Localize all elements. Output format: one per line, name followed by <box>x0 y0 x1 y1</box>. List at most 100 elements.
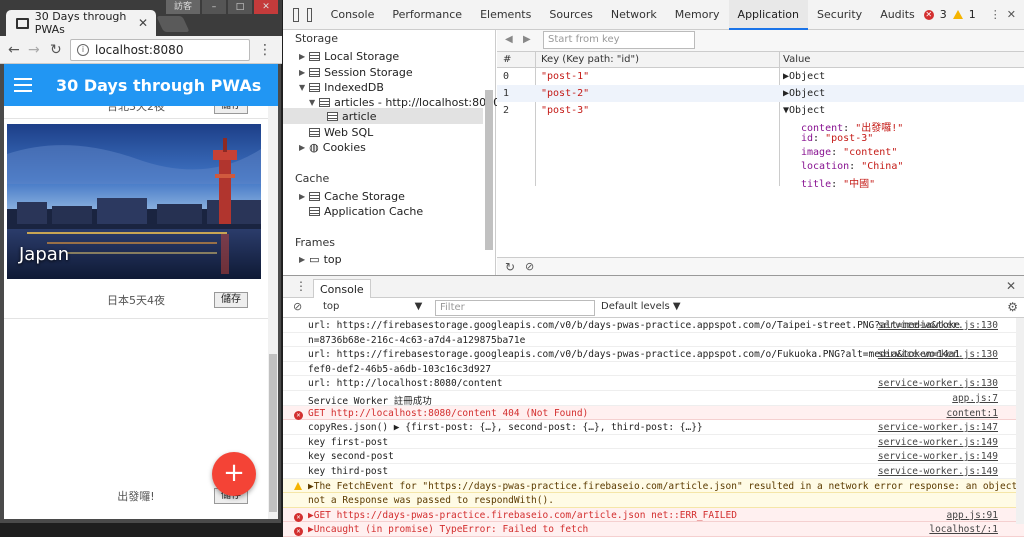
console-log-row[interactable]: url: https://firebasestorage.googleapis.… <box>283 318 1024 333</box>
tab-elements[interactable]: Elements <box>471 0 540 30</box>
console-log-row[interactable]: fef0-def2-46b5-a6db-103c16c3d927 <box>283 362 1024 377</box>
console-error-row[interactable]: ✕ ▶Uncaught (in promise) TypeError: Faile… <box>283 522 1024 537</box>
table-row[interactable]: 0 "post-1" ▶Object <box>497 68 1024 85</box>
info-icon[interactable]: i <box>77 44 89 56</box>
expand-icon[interactable]: ▶ <box>299 255 305 264</box>
browser-tab[interactable]: 30 Days through PWAs ✕ <box>6 10 156 36</box>
clear-icon[interactable]: ⊘ <box>525 260 534 273</box>
sidebar-item-article-store[interactable]: article <box>327 110 377 123</box>
console-log-row[interactable]: url: http://localhost:8080/content servic… <box>283 376 1024 391</box>
drawer-close-icon[interactable]: ✕ <box>1006 279 1016 293</box>
console-log-row[interactable]: url: https://firebasestorage.googleapis.… <box>283 347 1024 362</box>
console-error-row[interactable]: ✕ GET http://localhost:8080/content 404 (… <box>283 405 1024 421</box>
console-log-row[interactable]: key first-post service-worker.js:149 <box>283 435 1024 450</box>
tab-application[interactable]: Application <box>728 0 809 30</box>
tab-audits[interactable]: Audits <box>871 0 924 30</box>
console-source-link[interactable]: service-worker.js:149 <box>878 437 998 448</box>
new-tab-button[interactable] <box>156 16 190 32</box>
console-source-link[interactable]: localhost/:1 <box>929 524 998 535</box>
drawer-tab-console[interactable]: Console <box>313 279 371 298</box>
next-page-icon[interactable]: ▶ <box>523 34 531 45</box>
tab-sources[interactable]: Sources <box>540 0 602 30</box>
console-source-link[interactable]: service-worker.js:149 <box>878 466 998 477</box>
page-scrollbar[interactable] <box>268 106 278 519</box>
tab-performance[interactable]: Performance <box>383 0 471 30</box>
sidebar-item-frame-top[interactable]: ▶ ▭ top <box>299 253 342 266</box>
browser-toolbar: ← → ↻ i localhost:8080 ⋮ <box>0 36 282 64</box>
console-log-row[interactable]: key second-post service-worker.js:149 <box>283 449 1024 464</box>
console-log-row[interactable]: copyRes.json() ▶ {first-post: {…}, secon… <box>283 420 1024 435</box>
gear-icon[interactable]: ⚙ <box>1007 300 1018 314</box>
console-source-link[interactable]: service-worker.js:149 <box>878 451 998 462</box>
console-filter-input[interactable]: Filter <box>435 300 595 316</box>
table-row[interactable]: 2 "post-3" ▼Object <box>497 102 1024 119</box>
collapse-icon[interactable]: ▼ <box>299 83 305 92</box>
reload-icon[interactable]: ↻ <box>50 42 62 58</box>
prev-page-icon[interactable]: ◀ <box>505 34 513 45</box>
object-property: content: "出發囉!" <box>801 123 904 134</box>
browser-menu-icon[interactable]: ⋮ <box>258 42 272 58</box>
minimize-icon[interactable]: – <box>202 0 226 14</box>
console-warning-row[interactable]: not a Response was passed to respondWith… <box>283 493 1024 508</box>
console-message: n=8736b68e-216c-4c63-a7d4-a129875ba71e <box>308 334 526 346</box>
forward-icon[interactable]: → <box>28 42 40 58</box>
log-levels-select[interactable]: Default levels ▼ <box>601 301 681 312</box>
idb-key-input[interactable]: Start from key <box>543 31 695 49</box>
console-source-link[interactable]: service-worker.js:130 <box>878 320 998 331</box>
tab-memory[interactable]: Memory <box>666 0 729 30</box>
expand-icon[interactable]: ▶ <box>299 68 305 77</box>
console-scrollbar[interactable] <box>1016 318 1024 524</box>
console-warning-row[interactable]: ▶The FetchEvent for "https://days-pwas-p… <box>283 478 1024 494</box>
save-button[interactable]: 儲存 <box>214 292 248 308</box>
drawer-menu-icon[interactable]: ⋮ <box>295 279 307 293</box>
refresh-icon[interactable]: ↻ <box>505 260 515 274</box>
tab-security[interactable]: Security <box>808 0 871 30</box>
window-close-icon[interactable]: ✕ <box>254 0 278 14</box>
collapse-icon[interactable]: ▼ <box>309 98 315 107</box>
device-toggle-icon[interactable] <box>307 7 312 22</box>
add-fab-button[interactable]: + <box>212 452 256 496</box>
console-source-link[interactable]: app.js:7 <box>952 393 998 404</box>
console-log-row[interactable]: Service Worker 註冊成功 app.js:7 <box>283 391 1024 407</box>
console-source-link[interactable]: service-worker.js:147 <box>878 422 998 433</box>
object-property: title: "中國" <box>801 179 876 190</box>
clear-console-icon[interactable]: ⊘ <box>293 300 302 313</box>
console-source-link[interactable]: content:1 <box>947 408 998 419</box>
devtools-status[interactable]: ✕ 3 1 ⋮ ✕ <box>923 8 1024 21</box>
window-controls: 訪客 – □ ✕ <box>166 0 278 14</box>
console-log-row[interactable]: key third-post service-worker.js:149 <box>283 464 1024 479</box>
console-source-link[interactable]: app.js:91 <box>947 510 998 521</box>
tab-close-icon[interactable]: ✕ <box>138 16 148 30</box>
sidebar-item-indexeddb[interactable]: ▼ IndexedDB <box>299 81 384 94</box>
sidebar-scrollbar[interactable] <box>485 90 493 250</box>
table-icon <box>309 68 321 77</box>
console-source-link[interactable]: service-worker.js:130 <box>878 349 998 360</box>
sidebar-item-app-cache[interactable]: Application Cache <box>309 205 423 218</box>
console-log-row[interactable]: n=8736b68e-216c-4c63-a7d4-a129875ba71e <box>283 333 1024 348</box>
app-title: 30 Days through PWAs <box>56 75 262 95</box>
tab-console[interactable]: Console <box>322 0 384 30</box>
sidebar-item-web-sql[interactable]: Web SQL <box>309 126 373 139</box>
address-bar[interactable]: i localhost:8080 <box>70 39 250 61</box>
expand-icon[interactable]: ▶ <box>299 192 305 201</box>
devtools-menu-icon[interactable]: ⋮ <box>990 8 1001 21</box>
expand-icon[interactable]: ▶ <box>299 52 305 61</box>
inspect-icon[interactable] <box>293 7 299 22</box>
back-icon[interactable]: ← <box>8 42 20 58</box>
hamburger-icon[interactable] <box>14 78 32 92</box>
maximize-icon[interactable]: □ <box>228 0 252 14</box>
expand-icon[interactable]: ▶ <box>299 143 305 152</box>
sidebar-item-cookies[interactable]: ▶ ◍ Cookies <box>299 141 366 154</box>
sidebar-item-session-storage[interactable]: ▶ Session Storage <box>299 66 413 79</box>
sidebar-item-cache-storage[interactable]: ▶ Cache Storage <box>299 190 405 203</box>
scrollbar-thumb[interactable] <box>269 354 277 512</box>
user-badge[interactable]: 訪客 <box>166 0 200 14</box>
console-source-link[interactable]: service-worker.js:130 <box>878 378 998 389</box>
context-select[interactable]: top ▼ <box>323 301 422 312</box>
sidebar-item-local-storage[interactable]: ▶ Local Storage <box>299 50 399 63</box>
devtools-close-icon[interactable]: ✕ <box>1007 8 1016 21</box>
console-error-row[interactable]: ✕ ▶GET https://days-pwas-practice.firebas… <box>283 507 1024 523</box>
table-row[interactable]: 1 "post-2" ▶Object <box>497 85 1024 102</box>
tab-network[interactable]: Network <box>602 0 666 30</box>
console-message: url: https://firebasestorage.googleapis.… <box>308 320 961 331</box>
